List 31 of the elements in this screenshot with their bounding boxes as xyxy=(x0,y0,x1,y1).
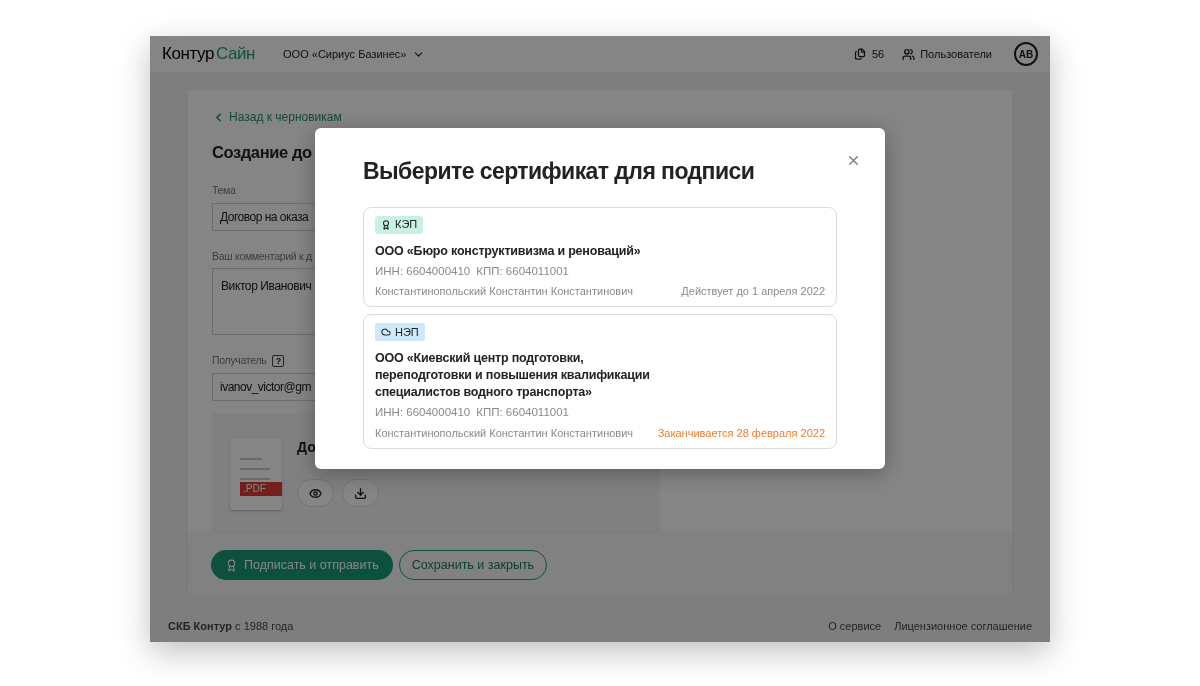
kpp-text: КПП: 6604011001 xyxy=(476,405,569,421)
user-avatar[interactable]: AB xyxy=(1014,42,1038,66)
inn-text: ИНН: 6604000410 xyxy=(375,263,471,279)
kpp-text: КПП: 6604011001 xyxy=(476,263,569,279)
dialog-title: Выберите сертификат для подписи xyxy=(363,157,756,186)
owner-name: Константинопольский Константин Константинович xyxy=(375,283,634,299)
file-type-label: .PDF xyxy=(240,482,282,496)
users-link[interactable]: Пользователи xyxy=(902,45,992,63)
copyright-text: СКБ Контур с 1988 года xyxy=(168,619,294,634)
back-link[interactable]: Назад к черновикам xyxy=(212,108,988,126)
page-title: Создание до xyxy=(212,142,312,163)
help-icon: ? xyxy=(272,355,285,368)
certificate-type-badge: НЭП xyxy=(375,323,425,342)
inn-text: ИНН: 6604000410 xyxy=(375,405,471,421)
field-label: Тема xyxy=(212,182,236,198)
organization-name: ООО «Киевский центр подготовки, переподготовки и повышения квалификации специалистов водного транспорта» xyxy=(375,350,651,402)
documents-count: 56 xyxy=(871,46,885,62)
organization-name: ООО «Бюро конструктивизма и реноваций» xyxy=(375,242,642,260)
logo: КонтурСайн xyxy=(162,43,256,66)
document-title: До xyxy=(297,438,317,457)
owner-name: Константинопольский Константин Константинович xyxy=(375,425,634,441)
certificate-type-badge: КЭП xyxy=(375,215,424,234)
field-label: Получатель xyxy=(212,353,267,369)
organization-selector[interactable]: ООО «Сириус Базинес» xyxy=(283,45,426,63)
field-label: Ваш комментарий к д xyxy=(212,248,312,264)
validity-text: Действует до 1 апреля 2022 xyxy=(681,283,825,299)
footer-link[interactable]: Лицензионное соглашение xyxy=(894,618,1032,635)
validity-text: Заканчивается 28 февраля 2022 xyxy=(657,425,825,441)
certificate-card[interactable]: КЭП ООО «Бюро конструктивизма и реноваций» ИНН: 6604000410 КПП: 6604011001 Константинопольский Константин Константинович Действует до 1 апреля 2022 xyxy=(363,206,837,308)
sign-and-send-button[interactable]: Подписать и отправить xyxy=(211,550,393,580)
footer-link[interactable]: О сервисе xyxy=(828,618,882,635)
